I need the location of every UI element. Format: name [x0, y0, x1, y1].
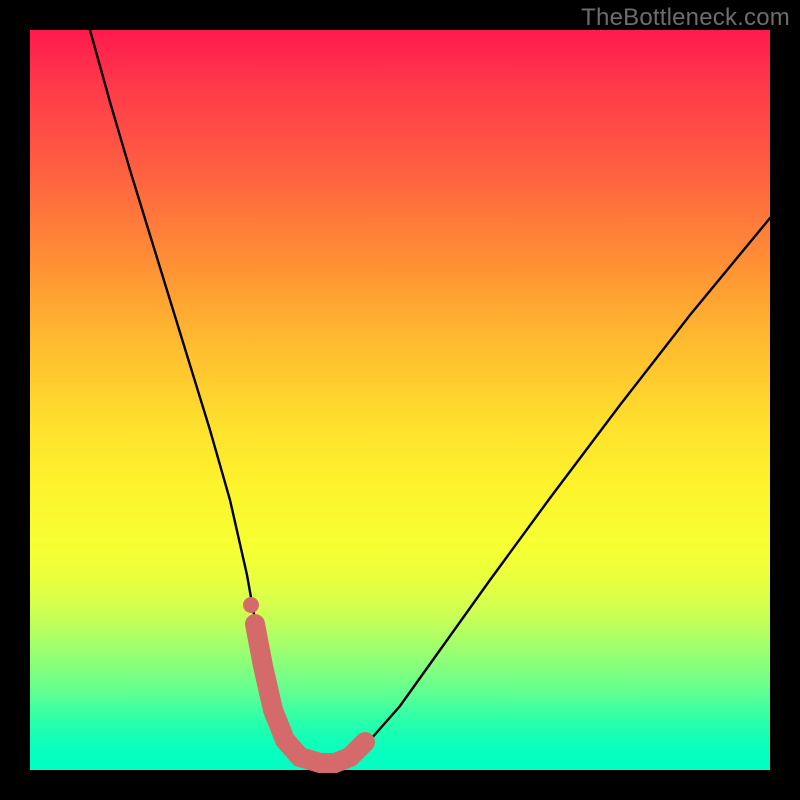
curve-svg — [30, 30, 770, 770]
v-curve-thin — [90, 30, 770, 763]
highlight-dot — [243, 597, 259, 613]
v-curve-thick-highlight — [255, 624, 365, 763]
watermark-text: TheBottleneck.com — [581, 4, 790, 32]
chart-frame: TheBottleneck.com — [0, 0, 800, 800]
